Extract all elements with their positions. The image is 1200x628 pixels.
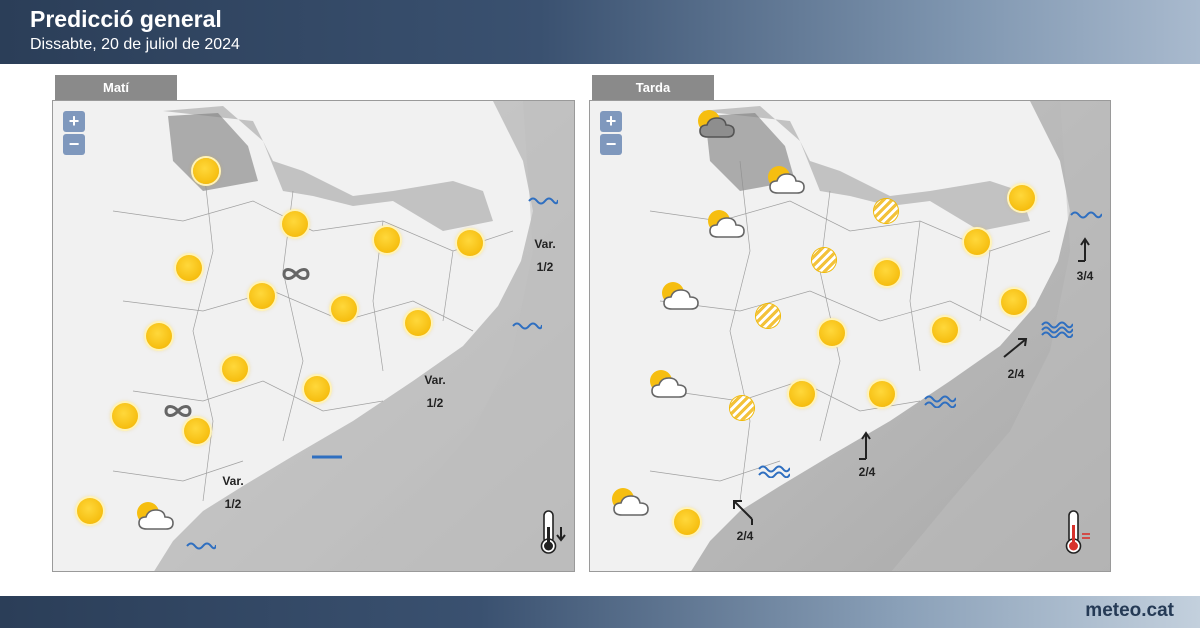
zoom-controls: + − [63, 111, 85, 157]
sun-cloud-icon [768, 166, 805, 194]
map-tarda[interactable]: + − 3/4 2/4 2/4 2/4 [589, 100, 1111, 572]
zoom-in-button[interactable]: + [600, 111, 622, 132]
sun-icon [374, 227, 400, 253]
sun-cloud-icon [708, 210, 745, 238]
wind-arrow-icon [1003, 338, 1028, 358]
wind-arrow-icon [733, 500, 753, 525]
sea-calm-icon [528, 197, 558, 205]
sun-icon [819, 320, 845, 346]
wind-arrow-icon [859, 431, 871, 460]
sun-icon [176, 255, 202, 281]
wave-height-label: 2/4 [736, 529, 754, 543]
tab-tarda[interactable]: Tarda [592, 75, 714, 101]
haze-icon [282, 268, 310, 280]
sun-cloud-icon [137, 502, 174, 530]
sun-cloud-icon [612, 488, 649, 516]
sun-icon [146, 323, 172, 349]
map-background [590, 101, 1110, 571]
page-subtitle: Dissabte, 20 de juliol de 2024 [30, 36, 240, 53]
haze-sun-icon [756, 304, 780, 328]
sun-icon [304, 376, 330, 402]
sea-slight-icon [758, 465, 790, 478]
map-background [53, 101, 574, 571]
sea-calm-icon [1070, 211, 1102, 219]
zoom-in-button[interactable]: + [63, 111, 85, 132]
wind-label: Var. [534, 237, 556, 251]
wind-label: Var. [424, 373, 446, 387]
sun-icon [193, 158, 219, 184]
header-banner: Predicció general Dissabte, 20 de juliol… [0, 0, 1200, 64]
sun-icon [932, 317, 958, 343]
sun-cloud-icon [662, 282, 699, 310]
sun-icon [77, 498, 103, 524]
thermometer-down-icon [540, 510, 566, 554]
wave-height-label: 3/4 [1076, 269, 1094, 283]
wind-label: Var. [222, 474, 244, 488]
sea-slight-icon [924, 395, 956, 408]
sea-calm-icon [512, 322, 542, 330]
sun-icon [184, 418, 210, 444]
haze-sun-icon [730, 396, 754, 420]
thermometer-up-icon [1065, 510, 1090, 554]
zoom-out-button[interactable]: − [600, 134, 622, 155]
zoom-out-button[interactable]: − [63, 134, 85, 155]
sea-calm-icon [186, 542, 216, 550]
sun-icon [405, 310, 431, 336]
sun-icon [1001, 289, 1027, 315]
haze-sun-icon [812, 248, 836, 272]
sun-icon [222, 356, 248, 382]
wave-height-label: 1/2 [426, 396, 444, 410]
sun-icon [869, 381, 895, 407]
wave-height-label: 2/4 [1007, 367, 1025, 381]
haze-sun-icon [874, 199, 898, 223]
sea-moderate-icon [1041, 321, 1073, 338]
sea-flat-icon [312, 455, 342, 459]
sun-icon [457, 230, 483, 256]
wave-height-label: 2/4 [858, 465, 876, 479]
sun-icon [112, 403, 138, 429]
sun-icon [789, 381, 815, 407]
sun-icon [874, 260, 900, 286]
sun-icon [674, 509, 700, 535]
haze-icon [164, 405, 192, 417]
sun-icon [964, 229, 990, 255]
map-mati[interactable]: + − Var. 1/2 Var. 1/2 Var. 1/2 [52, 100, 575, 572]
wave-height-label: 1/2 [536, 260, 554, 274]
sun-cloud-icon [698, 110, 735, 138]
footer-banner: meteo.cat [0, 596, 1200, 628]
sun-cloud-icon [650, 370, 687, 398]
page-title: Predicció general [30, 6, 222, 32]
wave-height-label: 1/2 [224, 497, 242, 511]
sun-icon [282, 211, 308, 237]
sun-icon [249, 283, 275, 309]
sun-icon [331, 296, 357, 322]
zoom-controls: + − [600, 111, 622, 157]
sun-icon [1009, 185, 1035, 211]
tab-mati[interactable]: Matí [55, 75, 177, 101]
brand-logo[interactable]: meteo.cat [1085, 600, 1174, 622]
wind-arrow-icon [1078, 237, 1090, 262]
